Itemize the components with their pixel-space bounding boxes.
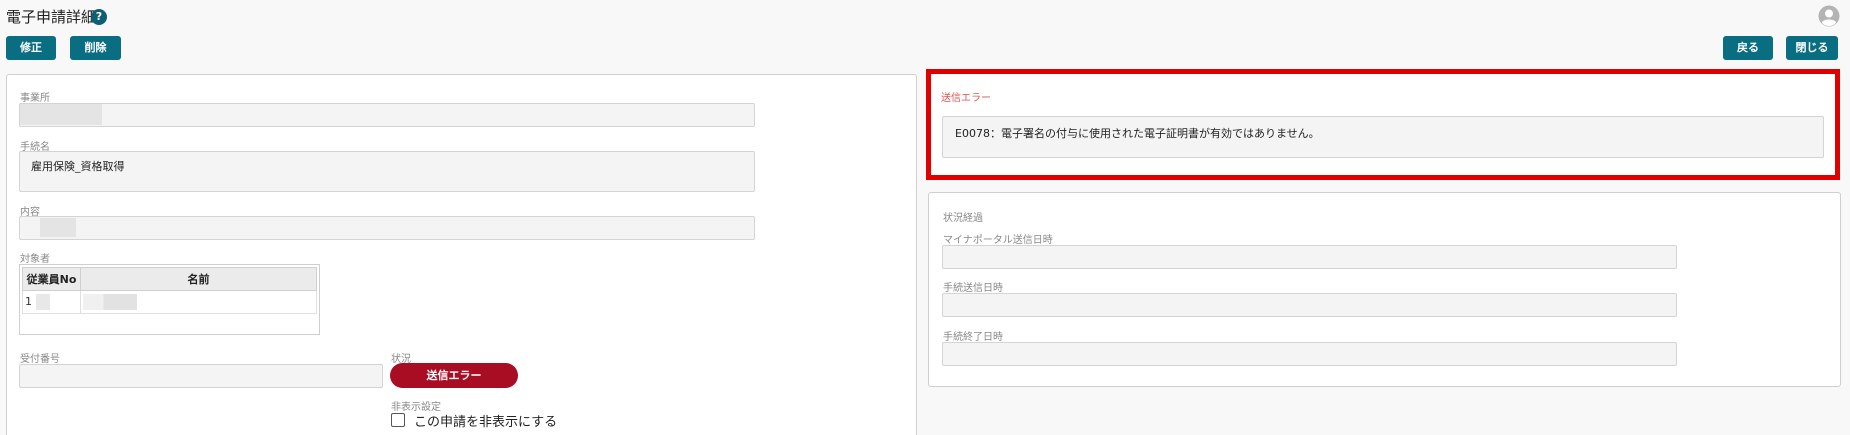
redacted-name: [83, 294, 137, 310]
procedure-field: 雇用保険_資格取得: [19, 151, 755, 192]
receipt-number-field: [19, 364, 383, 388]
back-button[interactable]: 戻る: [1723, 36, 1773, 60]
employee-no-cell: 1: [22, 290, 81, 314]
edit-button[interactable]: 修正: [6, 36, 56, 60]
mynaportal-sent-field: [942, 245, 1677, 269]
error-title: 送信エラー: [941, 93, 991, 104]
receipt-number-label: 受付番号: [20, 354, 60, 365]
office-field: [19, 103, 755, 127]
hide-checkbox[interactable]: [391, 413, 405, 427]
target-table-container: 従業員No 名前 1: [19, 264, 320, 335]
help-icon[interactable]: ?: [91, 9, 107, 25]
user-avatar-icon[interactable]: [1818, 5, 1840, 27]
status-badge: 送信エラー: [390, 363, 518, 388]
redacted-content: [40, 218, 76, 237]
close-button[interactable]: 閉じる: [1786, 36, 1838, 60]
page-title: 電子申請詳細: [6, 8, 97, 26]
table-row[interactable]: 1: [22, 290, 317, 314]
redacted-no: [35, 294, 50, 310]
mynaportal-sent-label: マイナポータル送信日時: [943, 235, 1053, 246]
procedure-sent-label: 手続送信日時: [943, 283, 1003, 294]
target-table: 従業員No 名前 1: [22, 267, 317, 314]
employee-name-cell: [80, 290, 317, 314]
procedure-sent-field: [942, 293, 1677, 317]
hide-checkbox-label[interactable]: この申請を非表示にする: [414, 411, 557, 430]
content-field: [19, 216, 755, 240]
column-header-name: 名前: [80, 267, 317, 291]
target-label: 対象者: [20, 254, 50, 265]
table-header-row: 従業員No 名前: [22, 267, 317, 291]
redacted-office: [20, 104, 102, 125]
procedure-finished-label: 手続終了日時: [943, 332, 1003, 343]
procedure-finished-field: [942, 342, 1677, 366]
error-message: E0078：電子署名の付与に使用された電子証明書が有効ではありません。: [942, 116, 1824, 158]
office-label: 事業所: [20, 93, 50, 104]
column-header-no: 従業員No: [22, 267, 81, 291]
delete-button[interactable]: 削除: [70, 36, 121, 60]
employee-no: 1: [25, 295, 32, 308]
progress-title: 状況経過: [943, 213, 983, 224]
